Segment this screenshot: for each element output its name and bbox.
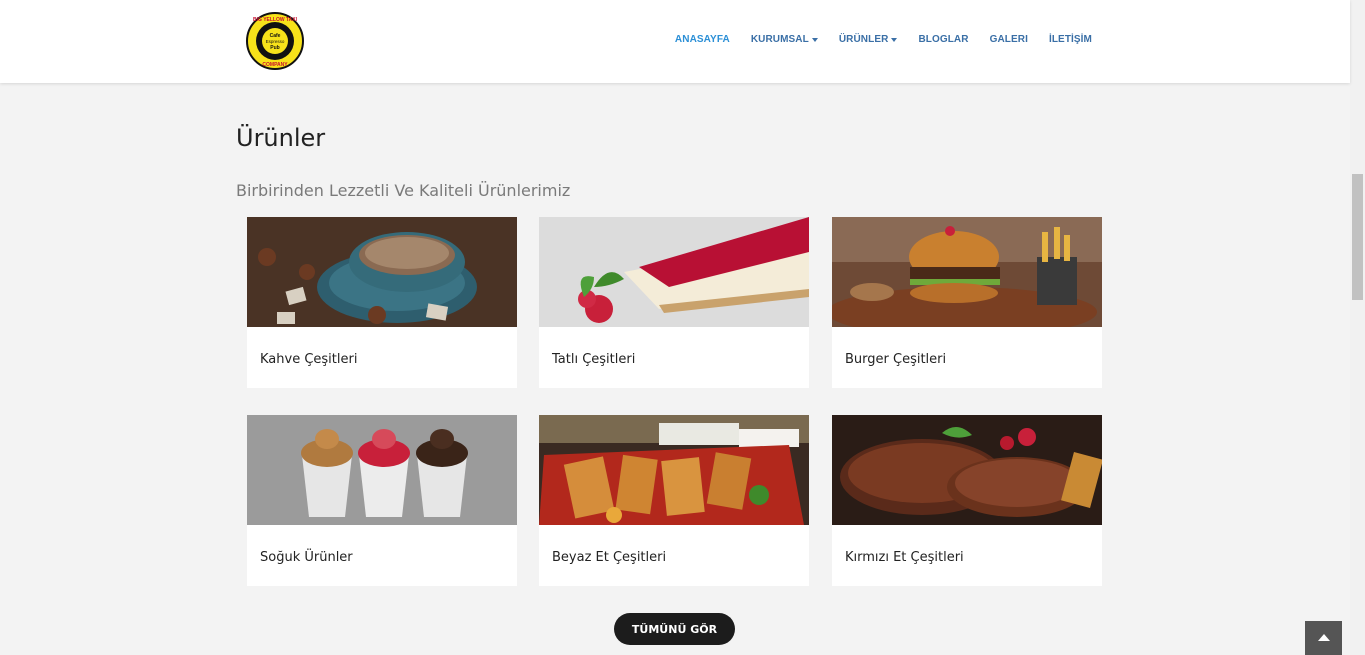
chevron-up-icon <box>1317 634 1330 641</box>
product-card-burger[interactable]: Burger Çeşitleri <box>832 217 1102 388</box>
nav-item-kurumsal[interactable]: KURUMSAL <box>751 34 818 45</box>
product-card-soguk[interactable]: Soğuk Ürünler <box>247 415 517 586</box>
product-label: Kahve Çeşitleri <box>260 352 358 367</box>
nav-item-galeri[interactable]: GALERI <box>990 34 1028 45</box>
scrollbar-thumb[interactable] <box>1352 174 1363 300</box>
svg-text:Pub: Pub <box>270 45 279 51</box>
nav-item-anasayfa[interactable]: ANASAYFA <box>675 34 730 45</box>
svg-text:COMPANY: COMPANY <box>262 62 288 68</box>
scroll-to-top-button[interactable] <box>1305 621 1342 655</box>
product-label: Burger Çeşitleri <box>845 352 947 367</box>
nav-label: ANASAYFA <box>674 34 730 45</box>
nav-label: GALERI <box>989 34 1028 45</box>
caret-down-icon <box>811 37 818 42</box>
nav-item-bloglar[interactable]: BLOGLAR <box>918 34 968 45</box>
chicken-image <box>539 415 809 525</box>
product-card-kirmizi-et[interactable]: Kırmızı Et Çeşitleri <box>832 415 1102 586</box>
nav-label: KURUMSAL <box>750 34 809 45</box>
cheesecake-image <box>539 217 809 327</box>
nav-label: İLETİŞİM <box>1048 34 1092 45</box>
brand-logo[interactable]: Cafe Espresso Pub BIG YELLOW TAXI COMPAN… <box>246 12 304 70</box>
nav-label: BLOGLAR <box>918 34 969 45</box>
product-label: Tatlı Çeşitleri <box>552 352 636 367</box>
coffee-image <box>247 217 517 327</box>
caret-down-icon <box>891 37 898 42</box>
steak-image <box>832 415 1102 525</box>
product-label: Kırmızı Et Çeşitleri <box>845 550 964 565</box>
product-card-beyaz-et[interactable]: Beyaz Et Çeşitleri <box>539 415 809 586</box>
main-nav: ANASAYFA KURUMSAL ÜRÜNLER BLOGLAR GALERI… <box>654 34 1092 45</box>
section-subtitle: Birbirinden Lezzetli Ve Kaliteli Ürünler… <box>236 181 571 200</box>
svg-text:BIG YELLOW TAXI: BIG YELLOW TAXI <box>253 17 298 23</box>
product-card-kahve[interactable]: Kahve Çeşitleri <box>247 217 517 388</box>
page-title: Ürünler <box>236 124 326 152</box>
nav-item-iletisim[interactable]: İLETİŞİM <box>1049 34 1092 45</box>
ice-cream-image <box>247 415 517 525</box>
view-all-button[interactable]: TÜMÜNÜ GÖR <box>614 613 735 645</box>
page-scrollbar[interactable] <box>1350 0 1365 655</box>
nav-label: ÜRÜNLER <box>838 34 889 45</box>
svg-text:Espresso: Espresso <box>266 39 285 44</box>
product-label: Soğuk Ürünler <box>260 550 353 565</box>
top-navbar: Cafe Espresso Pub BIG YELLOW TAXI COMPAN… <box>0 0 1350 83</box>
burger-image <box>832 217 1102 327</box>
nav-item-urunler[interactable]: ÜRÜNLER <box>839 34 898 45</box>
product-label: Beyaz Et Çeşitleri <box>552 550 667 565</box>
product-card-tatli[interactable]: Tatlı Çeşitleri <box>539 217 809 388</box>
